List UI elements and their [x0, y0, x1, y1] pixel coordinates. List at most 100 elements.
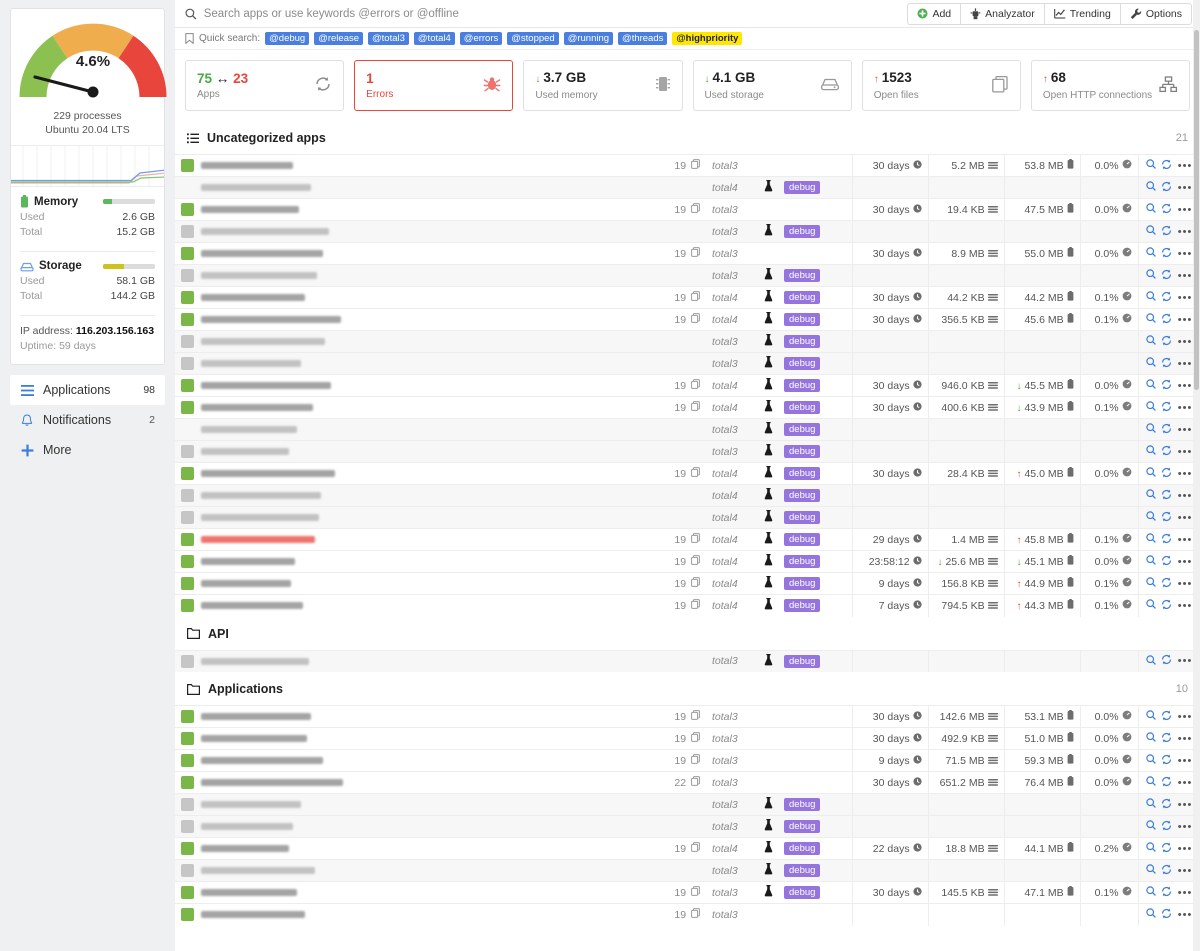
cell-app-name[interactable] — [175, 286, 662, 309]
status-badge[interactable]: debug — [784, 401, 821, 414]
more-options-icon[interactable]: ••• — [1178, 534, 1193, 546]
add-button[interactable]: Add — [907, 2, 961, 25]
restart-icon[interactable] — [1161, 357, 1172, 371]
quick-tag-debug[interactable]: @debug — [265, 32, 310, 45]
inspect-icon[interactable] — [1146, 467, 1157, 480]
table-row[interactable]: 19 total4 debug 23:58:12 ↓ 25.6 MB ↓ 45.1 MB… — [175, 550, 1200, 573]
more-options-icon[interactable]: ••• — [1178, 578, 1193, 590]
sidebar-item-more[interactable]: More — [10, 435, 165, 465]
restart-icon[interactable] — [1161, 291, 1172, 305]
more-options-icon[interactable]: ••• — [1178, 556, 1193, 568]
inspect-icon[interactable] — [1146, 335, 1157, 348]
cell-app-name[interactable] — [175, 749, 662, 772]
cell-app-name[interactable] — [175, 154, 662, 177]
more-options-icon[interactable]: ••• — [1178, 821, 1193, 833]
cell-app-name[interactable] — [175, 198, 662, 221]
more-options-icon[interactable]: ••• — [1178, 226, 1193, 238]
status-badge[interactable]: debug — [784, 335, 821, 348]
restart-icon[interactable] — [1161, 313, 1172, 327]
more-options-icon[interactable]: ••• — [1178, 336, 1193, 348]
table-row[interactable]: 19 total4 debug 29 days 1.4 MB ↑ 45.8 MB 0.… — [175, 528, 1200, 551]
scrollbar-thumb[interactable] — [1194, 30, 1199, 390]
table-row[interactable]: total4 debug ••• — [175, 484, 1200, 507]
table-row[interactable]: total3 debug ••• — [175, 859, 1200, 882]
status-badge[interactable]: debug — [784, 533, 821, 546]
inspect-icon[interactable] — [1146, 225, 1157, 238]
inspect-icon[interactable] — [1146, 159, 1157, 172]
table-row[interactable]: total3 debug ••• — [175, 220, 1200, 243]
status-badge[interactable]: debug — [784, 864, 821, 877]
more-options-icon[interactable]: ••• — [1178, 777, 1193, 789]
more-options-icon[interactable]: ••• — [1178, 160, 1193, 172]
table-row[interactable]: 19 total3 30 days 8.9 MB 55.0 MB 0.0% ••• — [175, 242, 1200, 265]
inspect-icon[interactable] — [1146, 655, 1157, 668]
restart-icon[interactable] — [1161, 886, 1172, 900]
cell-app-name[interactable] — [175, 242, 662, 265]
cell-app-name[interactable] — [175, 352, 662, 375]
more-options-icon[interactable]: ••• — [1178, 887, 1193, 899]
restart-icon[interactable] — [1161, 710, 1172, 724]
status-badge[interactable]: debug — [784, 291, 821, 304]
inspect-icon[interactable] — [1146, 776, 1157, 789]
table-row[interactable]: 19 total3 30 days 5.2 MB 53.8 MB 0.0% ••• — [175, 154, 1200, 177]
table-row[interactable]: 19 total4 debug 7 days 794.5 KB ↑ 44.3 MB 0… — [175, 594, 1200, 617]
more-options-icon[interactable]: ••• — [1178, 292, 1193, 304]
stat-card-errors[interactable]: 1 Errors — [354, 60, 514, 111]
quick-tag-errors[interactable]: @errors — [459, 32, 503, 45]
more-options-icon[interactable]: ••• — [1178, 314, 1193, 326]
table-row[interactable]: total3 debug ••• — [175, 793, 1200, 816]
status-badge[interactable]: debug — [784, 798, 821, 811]
restart-icon[interactable] — [1161, 776, 1172, 790]
quick-tag-threads[interactable]: @threads — [618, 32, 668, 45]
restart-icon[interactable] — [1161, 379, 1172, 393]
inspect-icon[interactable] — [1146, 423, 1157, 436]
status-badge[interactable]: debug — [784, 886, 821, 899]
table-row[interactable]: 19 total4 debug 30 days 356.5 KB 45.6 MB 0… — [175, 308, 1200, 331]
sidebar-item-applications[interactable]: Applications 98 — [10, 375, 165, 405]
quick-tag-stopped[interactable]: @stopped — [507, 32, 559, 45]
table-row[interactable]: total4 debug ••• — [175, 506, 1200, 529]
more-options-icon[interactable]: ••• — [1178, 733, 1193, 745]
inspect-icon[interactable] — [1146, 445, 1157, 458]
inspect-icon[interactable] — [1146, 533, 1157, 546]
vertical-scrollbar[interactable] — [1193, 0, 1200, 951]
cell-app-name[interactable] — [175, 176, 662, 199]
table-row[interactable]: total3 debug ••• — [175, 815, 1200, 838]
restart-icon[interactable] — [1161, 467, 1172, 481]
quick-tag-highpriority[interactable]: @highpriority — [672, 32, 743, 45]
status-badge[interactable]: debug — [784, 225, 821, 238]
status-badge[interactable]: debug — [784, 467, 821, 480]
restart-icon[interactable] — [1161, 842, 1172, 856]
table-row[interactable]: total3 debug ••• — [175, 418, 1200, 441]
restart-icon[interactable] — [1161, 754, 1172, 768]
inspect-icon[interactable] — [1146, 357, 1157, 370]
status-badge[interactable]: debug — [784, 577, 821, 590]
more-options-icon[interactable]: ••• — [1178, 380, 1193, 392]
quick-tag-total4[interactable]: @total4 — [413, 32, 455, 45]
status-badge[interactable]: debug — [784, 820, 821, 833]
status-badge[interactable]: debug — [784, 423, 821, 436]
cell-app-name[interactable] — [175, 903, 662, 926]
sidebar-item-notifications[interactable]: Notifications 2 — [10, 405, 165, 435]
status-badge[interactable]: debug — [784, 489, 821, 502]
stat-card-open-files[interactable]: ↑ 1523 Open files — [861, 60, 1021, 111]
restart-icon[interactable] — [1161, 203, 1172, 217]
cell-app-name[interactable] — [175, 815, 662, 838]
trending-button[interactable]: Trending — [1043, 2, 1120, 25]
table-row[interactable]: 19 total4 debug 30 days 400.6 KB ↓ 43.9 MB … — [175, 396, 1200, 419]
inspect-icon[interactable] — [1146, 908, 1157, 921]
cell-app-name[interactable] — [175, 649, 662, 672]
table-row[interactable]: total3 debug ••• — [175, 264, 1200, 287]
table-row[interactable]: total3 debug ••• — [175, 649, 1200, 672]
cell-app-name[interactable] — [175, 308, 662, 331]
table-row[interactable]: 19 total3 ••• — [175, 903, 1200, 926]
more-options-icon[interactable]: ••• — [1178, 402, 1193, 414]
quick-tag-release[interactable]: @release — [314, 32, 364, 45]
table-row[interactable]: 22 total3 30 days 651.2 MB 76.4 MB 0.0% •… — [175, 771, 1200, 794]
cell-app-name[interactable] — [175, 859, 662, 882]
status-badge[interactable]: debug — [784, 445, 821, 458]
cell-app-name[interactable] — [175, 506, 662, 529]
restart-icon[interactable] — [1161, 445, 1172, 459]
analyzator-button[interactable]: Analyzator — [960, 2, 1044, 25]
status-badge[interactable]: debug — [784, 269, 821, 282]
